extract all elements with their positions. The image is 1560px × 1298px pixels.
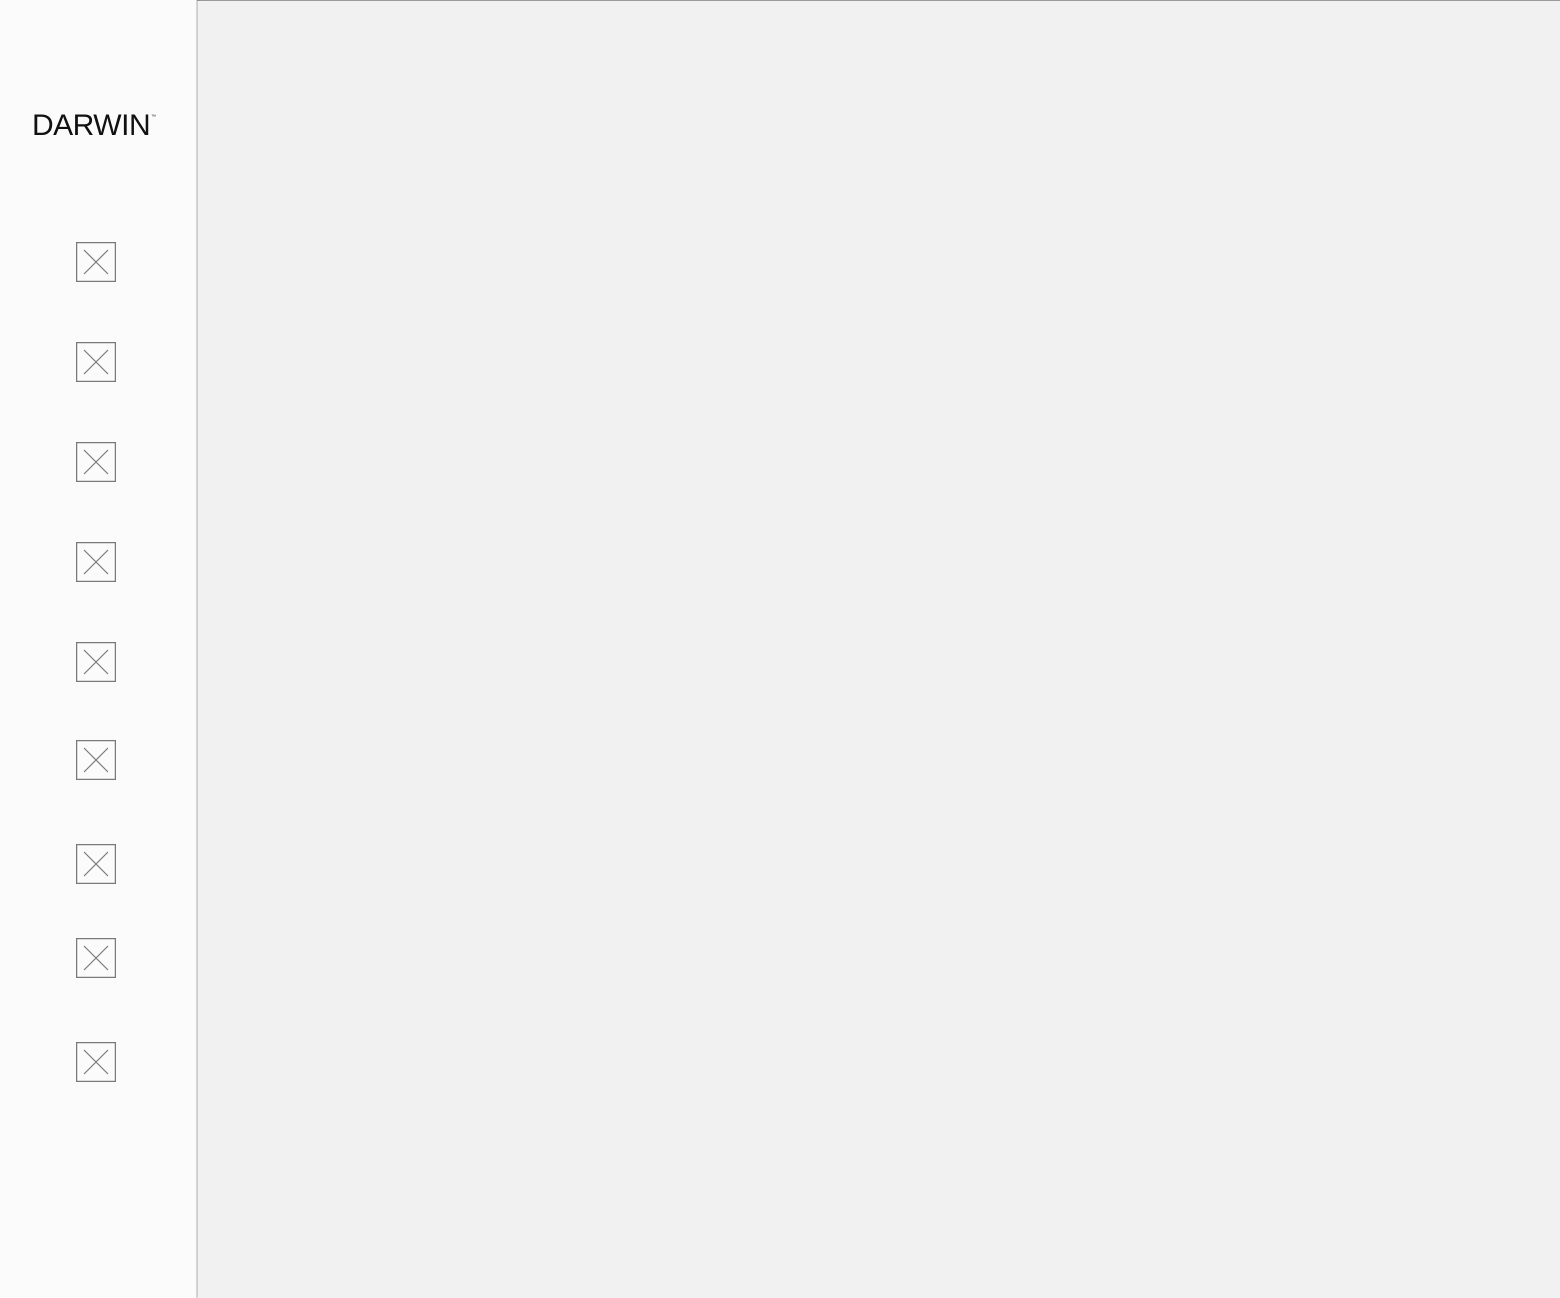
main-content-area [198,1,1560,1298]
sidebar-item-3[interactable] [76,442,116,482]
broken-image-icon [76,1042,116,1082]
sidebar-item-9[interactable] [76,1042,116,1082]
broken-image-icon [76,642,116,682]
broken-image-icon [76,938,116,978]
sidebar-item-5[interactable] [76,642,116,682]
broken-image-icon [76,542,116,582]
sidebar-item-7[interactable] [76,844,116,884]
sidebar-item-2[interactable] [76,342,116,382]
logo-text: DARWIN [32,109,151,142]
broken-image-icon [76,342,116,382]
logo-trademark: ™ [151,114,157,120]
darwin-logo[interactable]: DARWIN ™ [32,108,160,144]
broken-image-icon [76,844,116,884]
sidebar-item-4[interactable] [76,542,116,582]
sidebar-item-6[interactable] [76,740,116,780]
broken-image-icon [76,740,116,780]
broken-image-icon [76,242,116,282]
sidebar: DARWIN ™ [0,0,197,1298]
sidebar-item-1[interactable] [76,242,116,282]
sidebar-item-8[interactable] [76,938,116,978]
broken-image-icon [76,442,116,482]
